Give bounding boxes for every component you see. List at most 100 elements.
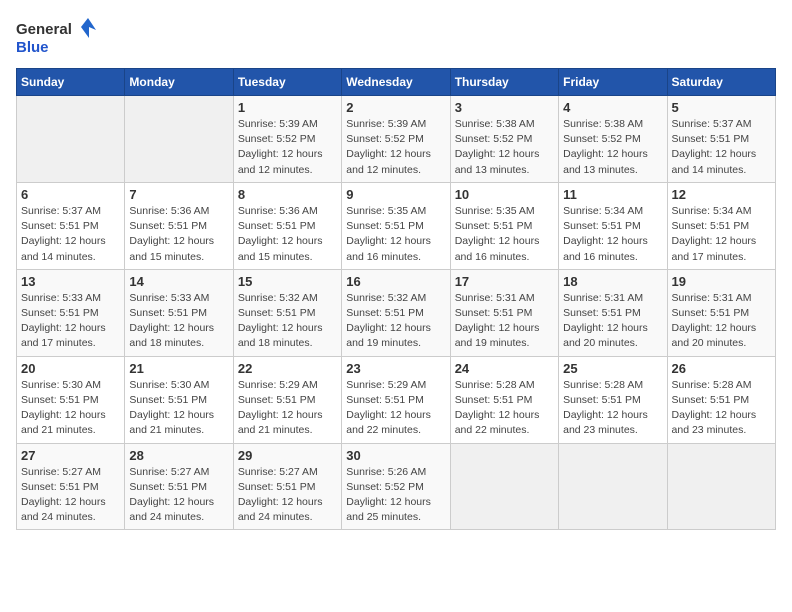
calendar-cell: 24 Sunrise: 5:28 AM Sunset: 5:51 PM Dayli… (450, 356, 558, 443)
day-info: Sunrise: 5:36 AM Sunset: 5:51 PM Dayligh… (238, 204, 337, 265)
calendar-cell: 13 Sunrise: 5:33 AM Sunset: 5:51 PM Dayli… (17, 269, 125, 356)
calendar-cell: 11Sunrise: 5:34 AM Sunset: 5:51 PM Dayli… (559, 182, 667, 269)
day-info: Sunrise: 5:31 AM Sunset: 5:51 PM Dayligh… (455, 291, 554, 352)
calendar-cell: 27 Sunrise: 5:27 AM Sunset: 5:51 PM Dayli… (17, 443, 125, 530)
day-number: 14 (129, 274, 228, 289)
calendar-cell (667, 443, 775, 530)
day-info: Sunrise: 5:39 AM Sunset: 5:52 PM Dayligh… (238, 117, 337, 178)
day-number: 12 (672, 187, 771, 202)
calendar-cell: 8 Sunrise: 5:36 AM Sunset: 5:51 PM Daylig… (233, 182, 341, 269)
calendar-cell: 15 Sunrise: 5:32 AM Sunset: 5:51 PM Dayli… (233, 269, 341, 356)
day-number: 27 (21, 448, 120, 463)
day-number: 20 (21, 361, 120, 376)
weekday-header-wednesday: Wednesday (342, 69, 450, 96)
day-info: Sunrise: 5:38 AM Sunset: 5:52 PM Dayligh… (455, 117, 554, 178)
week-row-4: 20Sunrise: 5:30 AM Sunset: 5:51 PM Dayli… (17, 356, 776, 443)
day-info: Sunrise: 5:27 AM Sunset: 5:51 PM Dayligh… (129, 465, 228, 526)
calendar-cell: 16 Sunrise: 5:32 AM Sunset: 5:51 PM Dayli… (342, 269, 450, 356)
day-info: Sunrise: 5:38 AM Sunset: 5:52 PM Dayligh… (563, 117, 662, 178)
calendar-cell: 25 Sunrise: 5:28 AM Sunset: 5:51 PM Dayli… (559, 356, 667, 443)
day-info: Sunrise: 5:36 AM Sunset: 5:51 PM Dayligh… (129, 204, 228, 265)
day-info: Sunrise: 5:35 AM Sunset: 5:51 PM Dayligh… (455, 204, 554, 265)
calendar-cell: 6Sunrise: 5:37 AM Sunset: 5:51 PM Daylig… (17, 182, 125, 269)
calendar-cell: 9 Sunrise: 5:35 AM Sunset: 5:51 PM Daylig… (342, 182, 450, 269)
day-info: Sunrise: 5:34 AM Sunset: 5:51 PM Dayligh… (672, 204, 771, 265)
calendar-cell: 19 Sunrise: 5:31 AM Sunset: 5:51 PM Dayli… (667, 269, 775, 356)
day-info: Sunrise: 5:31 AM Sunset: 5:51 PM Dayligh… (672, 291, 771, 352)
day-info: Sunrise: 5:31 AM Sunset: 5:51 PM Dayligh… (563, 291, 662, 352)
day-number: 3 (455, 100, 554, 115)
calendar-cell: 29 Sunrise: 5:27 AM Sunset: 5:51 PM Dayli… (233, 443, 341, 530)
calendar-cell: 4 Sunrise: 5:38 AM Sunset: 5:52 PM Daylig… (559, 96, 667, 183)
logo: General Blue (16, 16, 96, 58)
calendar-cell: 20Sunrise: 5:30 AM Sunset: 5:51 PM Dayli… (17, 356, 125, 443)
day-number: 2 (346, 100, 445, 115)
day-number: 19 (672, 274, 771, 289)
day-info: Sunrise: 5:26 AM Sunset: 5:52 PM Dayligh… (346, 465, 445, 526)
calendar-cell: 10 Sunrise: 5:35 AM Sunset: 5:51 PM Dayli… (450, 182, 558, 269)
day-info: Sunrise: 5:27 AM Sunset: 5:51 PM Dayligh… (21, 465, 120, 526)
day-number: 29 (238, 448, 337, 463)
day-number: 30 (346, 448, 445, 463)
calendar-cell: 3 Sunrise: 5:38 AM Sunset: 5:52 PM Daylig… (450, 96, 558, 183)
day-info: Sunrise: 5:28 AM Sunset: 5:51 PM Dayligh… (563, 378, 662, 439)
day-info: Sunrise: 5:37 AM Sunset: 5:51 PM Dayligh… (672, 117, 771, 178)
day-number: 6 (21, 187, 120, 202)
calendar-cell: 14Sunrise: 5:33 AM Sunset: 5:51 PM Dayli… (125, 269, 233, 356)
svg-text:General: General (16, 21, 72, 38)
day-number: 24 (455, 361, 554, 376)
calendar-cell: 23 Sunrise: 5:29 AM Sunset: 5:51 PM Dayli… (342, 356, 450, 443)
day-info: Sunrise: 5:34 AM Sunset: 5:51 PM Dayligh… (563, 204, 662, 265)
calendar-cell: 22 Sunrise: 5:29 AM Sunset: 5:51 PM Dayli… (233, 356, 341, 443)
day-number: 13 (21, 274, 120, 289)
calendar-cell: 5 Sunrise: 5:37 AM Sunset: 5:51 PM Daylig… (667, 96, 775, 183)
day-number: 8 (238, 187, 337, 202)
day-number: 9 (346, 187, 445, 202)
day-number: 1 (238, 100, 337, 115)
calendar-cell: 12 Sunrise: 5:34 AM Sunset: 5:51 PM Dayli… (667, 182, 775, 269)
day-info: Sunrise: 5:28 AM Sunset: 5:51 PM Dayligh… (455, 378, 554, 439)
day-number: 10 (455, 187, 554, 202)
calendar-cell: 1 Sunrise: 5:39 AM Sunset: 5:52 PM Daylig… (233, 96, 341, 183)
day-info: Sunrise: 5:27 AM Sunset: 5:51 PM Dayligh… (238, 465, 337, 526)
calendar-cell: 2 Sunrise: 5:39 AM Sunset: 5:52 PM Daylig… (342, 96, 450, 183)
calendar-cell (450, 443, 558, 530)
day-info: Sunrise: 5:39 AM Sunset: 5:52 PM Dayligh… (346, 117, 445, 178)
calendar-cell: 7 Sunrise: 5:36 AM Sunset: 5:51 PM Daylig… (125, 182, 233, 269)
day-number: 16 (346, 274, 445, 289)
week-row-1: 1 Sunrise: 5:39 AM Sunset: 5:52 PM Daylig… (17, 96, 776, 183)
day-info: Sunrise: 5:32 AM Sunset: 5:51 PM Dayligh… (346, 291, 445, 352)
weekday-header-saturday: Saturday (667, 69, 775, 96)
day-number: 5 (672, 100, 771, 115)
weekday-header-tuesday: Tuesday (233, 69, 341, 96)
day-number: 7 (129, 187, 228, 202)
calendar-cell: 26 Sunrise: 5:28 AM Sunset: 5:51 PM Dayli… (667, 356, 775, 443)
weekday-header-row: SundayMondayTuesdayWednesdayThursdayFrid… (17, 69, 776, 96)
day-number: 18 (563, 274, 662, 289)
day-info: Sunrise: 5:29 AM Sunset: 5:51 PM Dayligh… (238, 378, 337, 439)
calendar-cell: 28Sunrise: 5:27 AM Sunset: 5:51 PM Dayli… (125, 443, 233, 530)
calendar-cell (17, 96, 125, 183)
day-number: 25 (563, 361, 662, 376)
header: General Blue (16, 16, 776, 58)
day-info: Sunrise: 5:33 AM Sunset: 5:51 PM Dayligh… (21, 291, 120, 352)
calendar-cell: 18 Sunrise: 5:31 AM Sunset: 5:51 PM Dayli… (559, 269, 667, 356)
week-row-2: 6Sunrise: 5:37 AM Sunset: 5:51 PM Daylig… (17, 182, 776, 269)
day-info: Sunrise: 5:28 AM Sunset: 5:51 PM Dayligh… (672, 378, 771, 439)
day-number: 22 (238, 361, 337, 376)
day-info: Sunrise: 5:35 AM Sunset: 5:51 PM Dayligh… (346, 204, 445, 265)
weekday-header-friday: Friday (559, 69, 667, 96)
day-number: 23 (346, 361, 445, 376)
generalblue-logo-icon: General Blue (16, 16, 96, 58)
calendar-cell (125, 96, 233, 183)
day-info: Sunrise: 5:32 AM Sunset: 5:51 PM Dayligh… (238, 291, 337, 352)
weekday-header-sunday: Sunday (17, 69, 125, 96)
svg-text:Blue: Blue (16, 39, 49, 56)
day-number: 4 (563, 100, 662, 115)
calendar-cell: 30 Sunrise: 5:26 AM Sunset: 5:52 PM Dayli… (342, 443, 450, 530)
weekday-header-thursday: Thursday (450, 69, 558, 96)
calendar-cell: 17Sunrise: 5:31 AM Sunset: 5:51 PM Dayli… (450, 269, 558, 356)
day-number: 15 (238, 274, 337, 289)
day-info: Sunrise: 5:29 AM Sunset: 5:51 PM Dayligh… (346, 378, 445, 439)
day-number: 26 (672, 361, 771, 376)
